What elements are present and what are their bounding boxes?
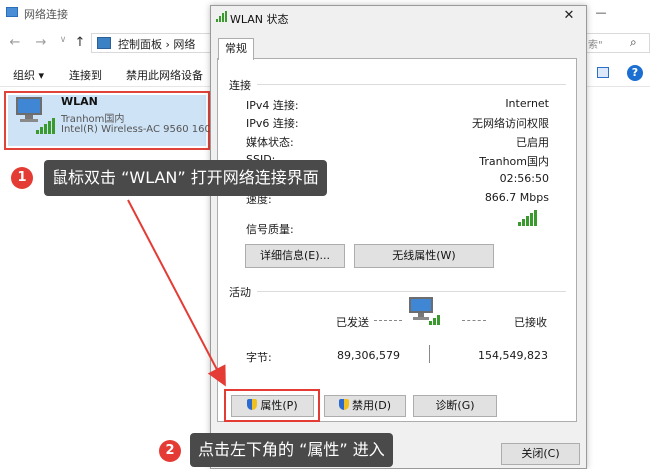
callout-2-badge: 2 — [159, 440, 181, 462]
callout-arrows — [127, 199, 226, 387]
callout-1-badge: 1 — [11, 167, 33, 189]
callout-1-text: 鼠标双击 “WLAN” 打开网络连接界面 — [44, 160, 327, 196]
callout-2-text: 点击左下角的 “属性” 进入 — [190, 433, 393, 467]
callout-arrow-line — [127, 199, 226, 387]
